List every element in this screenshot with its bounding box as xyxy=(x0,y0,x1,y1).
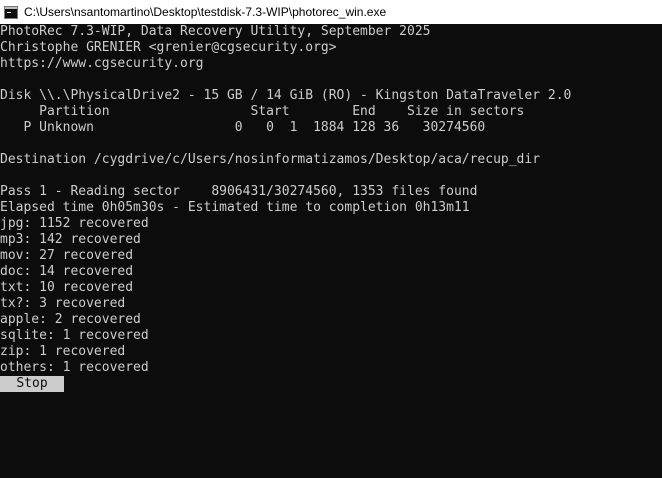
cmd-icon xyxy=(4,5,18,19)
recovered-item: tx?: 3 recovered xyxy=(0,296,126,311)
recovered-item: zip: 1 recovered xyxy=(0,344,126,359)
console-output: PhotoRec 7.3-WIP, Data Recovery Utility,… xyxy=(0,24,662,478)
recovered-item: mov: 27 recovered xyxy=(0,248,134,263)
stop-row: Stop xyxy=(0,376,662,392)
header-line: Christophe GRENIER <grenier@cgsecurity.o… xyxy=(0,40,337,55)
recovered-item: mp3: 142 recovered xyxy=(0,232,141,247)
recovered-item: jpg: 1152 recovered xyxy=(0,216,149,231)
partition-header: Partition Start End Size in sectors xyxy=(0,104,525,119)
stop-button[interactable]: Stop xyxy=(0,376,64,392)
recovered-item: others: 1 recovered xyxy=(0,360,149,375)
recovered-item: apple: 2 recovered xyxy=(0,312,141,327)
partition-row: P Unknown 0 0 1 1884 128 36 30274560 xyxy=(0,120,486,135)
disk-info: Disk \\.\PhysicalDrive2 - 15 GB / 14 GiB… xyxy=(0,88,572,103)
recovered-item: txt: 10 recovered xyxy=(0,280,134,295)
recovered-item: sqlite: 1 recovered xyxy=(0,328,149,343)
title-bar[interactable]: C:\Users\nsantomartino\Desktop\testdisk-… xyxy=(0,0,662,24)
elapsed-time: Elapsed time 0h05m30s - Estimated time t… xyxy=(0,200,470,215)
destination-path: Destination /cygdrive/c/Users/nosinforma… xyxy=(0,152,541,167)
console-window: C:\Users\nsantomartino\Desktop\testdisk-… xyxy=(0,0,662,478)
header-line: https://www.cgsecurity.org xyxy=(0,56,204,71)
recovered-item: doc: 14 recovered xyxy=(0,264,134,279)
header-line: PhotoRec 7.3-WIP, Data Recovery Utility,… xyxy=(0,24,431,39)
window-title: C:\Users\nsantomartino\Desktop\testdisk-… xyxy=(24,5,387,19)
pass-progress: Pass 1 - Reading sector 8906431/30274560… xyxy=(0,184,478,199)
